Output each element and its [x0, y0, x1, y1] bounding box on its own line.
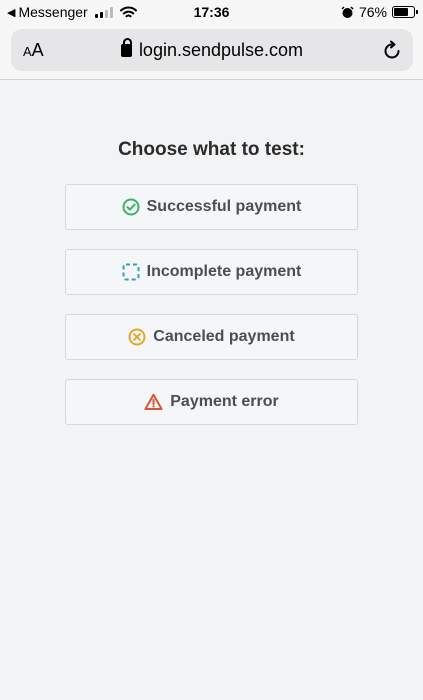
- wifi-icon: [119, 6, 137, 17]
- lock-icon: [120, 38, 132, 57]
- payment-error-button[interactable]: Payment error: [65, 379, 358, 425]
- battery-percent: 76%: [358, 4, 387, 20]
- option-label: Incomplete payment: [146, 263, 302, 280]
- dashed-square-icon: [122, 263, 140, 281]
- successful-payment-button[interactable]: Successful payment: [65, 184, 358, 230]
- back-to-app[interactable]: ◀ Messenger: [7, 4, 137, 20]
- x-circle-icon: [128, 328, 146, 346]
- alarm-icon: [341, 5, 354, 18]
- option-label: Successful payment: [146, 198, 302, 215]
- check-circle-icon: [122, 198, 140, 216]
- warning-triangle-icon: [144, 393, 163, 410]
- reload-icon[interactable]: [381, 39, 403, 61]
- browser-toolbar: AA login.sendpulse.com: [0, 24, 423, 80]
- canceled-payment-button[interactable]: Canceled payment: [65, 314, 358, 360]
- status-bar: ◀ Messenger 17:36 76%: [0, 0, 423, 24]
- url-display[interactable]: login.sendpulse.com: [11, 38, 413, 61]
- page-title: Choose what to test:: [118, 139, 305, 160]
- option-label: Canceled payment: [153, 328, 295, 345]
- battery-icon: [392, 6, 418, 18]
- incomplete-payment-button[interactable]: Incomplete payment: [65, 249, 358, 295]
- option-label: Payment error: [170, 393, 279, 410]
- cellular-signal-icon: [94, 6, 113, 18]
- battery-level: [394, 8, 409, 16]
- address-bar[interactable]: AA login.sendpulse.com: [11, 29, 413, 71]
- url-text: login.sendpulse.com: [138, 40, 304, 60]
- back-arrow-icon: ◀: [7, 6, 16, 19]
- back-app-label: Messenger: [18, 4, 88, 20]
